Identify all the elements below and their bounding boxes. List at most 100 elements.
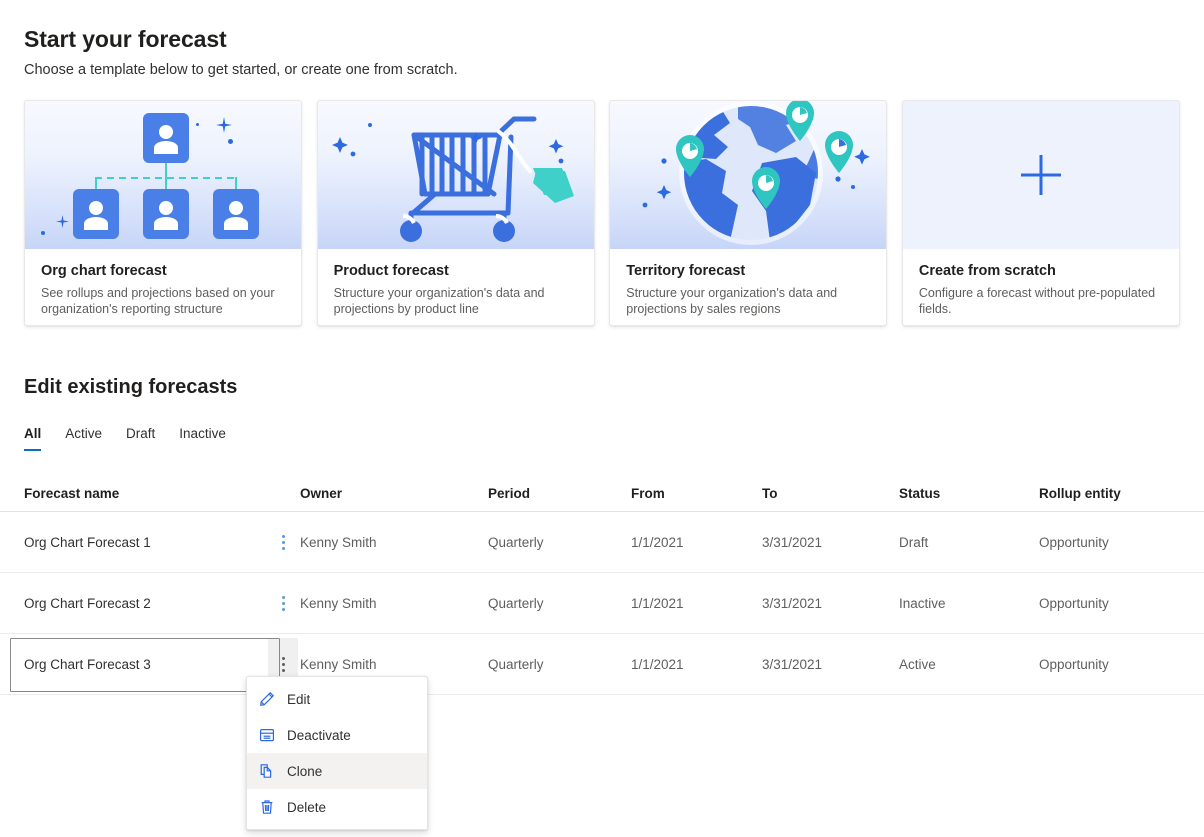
org-chart-node-report [143, 189, 189, 239]
cell-period: Quarterly [488, 595, 544, 611]
archive-box-icon [259, 727, 275, 743]
column-header-owner[interactable]: Owner [300, 486, 488, 501]
sparkle-icon [548, 139, 563, 154]
sparkle-dot-icon [228, 139, 233, 144]
person-body-icon [154, 217, 178, 230]
template-card-list: Org chart forecast See rollups and proje… [24, 100, 1180, 326]
sparkle-icon [854, 149, 871, 165]
cell-forecast-name[interactable]: Org Chart Forecast 1 [0, 535, 268, 550]
trash-icon [259, 799, 275, 815]
sparkle-dot-icon [196, 123, 199, 126]
cell-to: 3/31/2021 [762, 595, 823, 611]
cell-to: 3/31/2021 [762, 534, 823, 550]
template-card-territory-forecast[interactable]: Territory forecast Structure your organi… [609, 100, 888, 326]
cell-owner: Kenny Smith [300, 656, 377, 672]
forecast-filter-tabs: All Active Draft Inactive [24, 426, 250, 451]
table-header-row: Forecast name Owner Period From To Statu… [0, 476, 1204, 512]
tab-draft[interactable]: Draft [126, 426, 169, 451]
template-card-org-chart-forecast[interactable]: Org chart forecast See rollups and proje… [24, 100, 303, 326]
template-card-title: Product forecast [333, 263, 449, 279]
cell-rollup-entity: Opportunity [1039, 534, 1109, 550]
tab-all[interactable]: All [24, 426, 55, 451]
cell-owner: Kenny Smith [300, 595, 377, 611]
person-body-icon [224, 217, 248, 230]
cell-rollup-entity: Opportunity [1039, 595, 1109, 611]
org-chart-node-manager [143, 113, 189, 163]
template-card-body: Org chart forecast See rollups and proje… [25, 249, 301, 317]
context-menu-item-edit[interactable]: Edit [247, 681, 427, 717]
sparkle-icon [216, 117, 232, 133]
more-options-icon[interactable] [268, 534, 298, 550]
template-card-description: Structure your organization's data and p… [333, 286, 545, 316]
context-menu-item-delete[interactable]: Delete [247, 789, 427, 825]
template-card-title: Territory forecast [626, 263, 746, 279]
template-card-body: Territory forecast Structure your organi… [610, 249, 886, 317]
cell-from: 1/1/2021 [631, 595, 684, 611]
column-header-from[interactable]: From [631, 486, 762, 501]
tab-inactive[interactable]: Inactive [179, 426, 240, 451]
shopping-cart-icon [331, 116, 574, 242]
context-menu-item-deactivate[interactable]: Deactivate [247, 717, 427, 753]
org-chart-illustration [25, 101, 302, 249]
cart-wheel-icon [399, 220, 422, 242]
cell-actions [268, 595, 300, 611]
cart-wheel-icon [492, 220, 515, 242]
table-row[interactable]: Org Chart Forecast 1 Kenny Smith Quarter… [0, 512, 1204, 573]
cell-actions [268, 534, 300, 550]
template-card-body: Product forecast Structure your organiza… [318, 249, 594, 317]
template-card-product-forecast[interactable]: Product forecast Structure your organiza… [316, 100, 595, 326]
context-menu-item-label: Clone [287, 763, 323, 779]
sparkle-dot-icon [367, 123, 372, 127]
cell-forecast-name[interactable]: Org Chart Forecast 2 [0, 596, 268, 611]
context-menu-item-clone[interactable]: Clone [247, 753, 427, 789]
page-subtitle: Choose a template below to get started, … [24, 62, 458, 78]
more-options-icon[interactable] [268, 595, 298, 611]
sparkle-dot-icon [642, 202, 648, 208]
column-header-status[interactable]: Status [899, 486, 1039, 501]
tab-active[interactable]: Active [65, 426, 116, 451]
forecast-setup-page: Start your forecast Choose a template be… [0, 0, 1204, 837]
map-pin-icon [825, 131, 854, 173]
cell-rollup-entity: Opportunity [1039, 656, 1109, 672]
cell-period: Quarterly [488, 656, 544, 672]
person-body-icon [154, 141, 178, 154]
context-menu-item-label: Edit [287, 691, 311, 707]
row-context-menu: Edit Deactivate Clone Delete [246, 676, 428, 830]
sparkle-dot-icon [41, 231, 45, 235]
sparkle-dot-icon [835, 176, 841, 182]
context-menu-item-label: Deactivate [287, 727, 351, 743]
column-header-forecast-name[interactable]: Forecast name [0, 486, 268, 501]
section-title-edit-existing: Edit existing forecasts [24, 376, 238, 398]
status-badge: Active [899, 656, 936, 672]
org-chart-node-report [213, 189, 259, 239]
sparkle-dot-icon [661, 158, 667, 164]
sparkle-icon [56, 215, 69, 228]
table-row[interactable]: Org Chart Forecast 3 Kenny Smith Quarter… [0, 634, 1204, 695]
column-header-to[interactable]: To [762, 486, 899, 501]
template-card-description: Structure your organization's data and p… [626, 286, 838, 316]
table-row[interactable]: Org Chart Forecast 2 Kenny Smith Quarter… [0, 573, 1204, 634]
plus-icon [1020, 155, 1061, 195]
person-head-icon [159, 125, 173, 139]
create-from-scratch-art [902, 101, 1179, 249]
person-head-icon [159, 201, 173, 215]
person-head-icon [89, 201, 103, 215]
template-card-create-from-scratch[interactable]: Create from scratch Configure a forecast… [901, 100, 1180, 326]
cell-period: Quarterly [488, 534, 544, 550]
template-card-description: See rollups and projections based on you… [41, 286, 275, 316]
cell-owner: Kenny Smith [300, 534, 377, 550]
status-badge: Inactive [899, 595, 946, 611]
sparkle-dot-icon [851, 185, 856, 189]
template-card-description: Configure a forecast without pre-populat… [918, 286, 1156, 316]
person-head-icon [229, 201, 243, 215]
sparkle-icon [657, 185, 672, 200]
template-card-body: Create from scratch Configure a forecast… [903, 249, 1179, 317]
sparkle-dot-icon [350, 151, 356, 157]
cell-from: 1/1/2021 [631, 534, 684, 550]
price-tag-icon [532, 168, 574, 203]
status-badge: Draft [899, 534, 929, 550]
column-header-period[interactable]: Period [488, 486, 631, 501]
org-chart-node-report [73, 189, 119, 239]
cell-forecast-name[interactable]: Org Chart Forecast 3 [0, 657, 268, 672]
column-header-rollup-entity[interactable]: Rollup entity [1039, 486, 1199, 501]
